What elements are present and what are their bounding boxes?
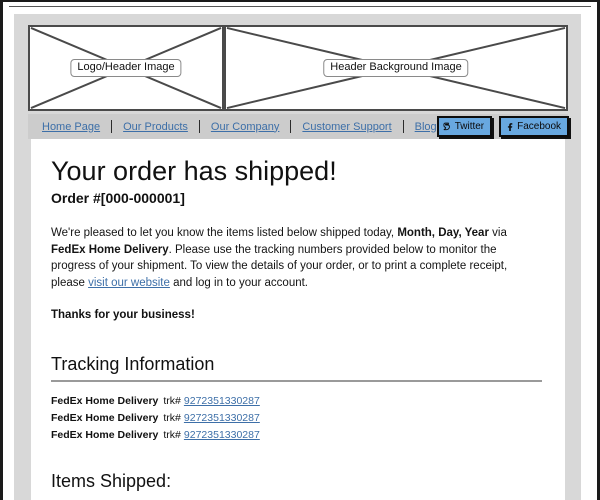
body-text-part2: via	[488, 227, 507, 239]
nav-link-blog[interactable]: Blog	[415, 121, 437, 133]
tracking-section-divider	[51, 380, 542, 382]
body-text-part1: We're pleased to let you know the items …	[51, 227, 398, 239]
tracking-number-link[interactable]: 9272351330287	[184, 429, 260, 441]
shipped-date-placeholder: Month, Day, Year	[397, 227, 489, 239]
items-shipped-heading: Items Shipped:	[51, 471, 172, 491]
nav-separator	[111, 120, 113, 133]
email-content-card: Your order has shipped! Order #[000-0000…	[31, 139, 565, 500]
nav-separator	[198, 120, 200, 133]
page-title: Your order has shipped!	[51, 156, 337, 186]
twitter-bird-icon	[443, 121, 452, 132]
header-background-image-label: Header Background Image	[323, 59, 469, 77]
tracking-number-link[interactable]: 9272351330287	[184, 395, 260, 407]
logo-header-image-label: Logo/Header Image	[70, 59, 182, 77]
body-text-part4: and log in to your account.	[169, 276, 308, 289]
nav-separator	[290, 120, 292, 133]
nav-link-customer-support[interactable]: Customer Support	[302, 121, 391, 133]
tracking-carrier: FedEx Home Delivery	[51, 395, 159, 407]
table-row: FedEx Home Delivery trk# 9272351330287	[51, 393, 543, 410]
nav-separator	[402, 120, 404, 133]
tracking-number-link[interactable]: 9272351330287	[184, 412, 260, 424]
body-paragraph: We're pleased to let you know the items …	[51, 225, 533, 291]
visit-our-website-link[interactable]: visit our website	[88, 277, 170, 289]
tracking-carrier: FedEx Home Delivery	[51, 412, 159, 424]
thanks-message: Thanks for your business!	[51, 309, 195, 321]
tracking-label: trk#	[163, 395, 181, 407]
tracking-information-heading: Tracking Information	[51, 354, 215, 374]
tracking-label: trk#	[163, 412, 181, 424]
table-row: FedEx Home Delivery trk# 9272351330287	[51, 427, 543, 444]
social-button-group: Twitter Facebook	[436, 116, 578, 137]
nav-link-our-products[interactable]: Our Products	[123, 121, 188, 133]
logo-header-image-placeholder: Logo/Header Image	[28, 25, 224, 111]
facebook-button-label: Facebook	[517, 121, 562, 132]
twitter-button-label: Twitter	[454, 121, 485, 132]
nav-link-home-page[interactable]: Home Page	[42, 121, 100, 133]
carrier-name: FedEx Home Delivery	[51, 243, 169, 256]
facebook-f-icon	[505, 121, 514, 132]
page-shell: Logo/Header Image Header Background Imag…	[14, 14, 581, 500]
order-number: Order #[000-000001]	[51, 190, 185, 206]
tracking-carrier: FedEx Home Delivery	[51, 429, 159, 441]
nav-link-our-company[interactable]: Our Company	[211, 121, 279, 133]
tracking-label: trk#	[163, 429, 181, 441]
frame-hairline	[9, 6, 591, 7]
table-row: FedEx Home Delivery trk# 9272351330287	[51, 410, 543, 427]
navigation-bar: Home Page Our Products Our Company Custo…	[28, 114, 570, 139]
twitter-button[interactable]: Twitter	[436, 116, 493, 137]
header-image-row: Logo/Header Image Header Background Imag…	[28, 25, 568, 111]
facebook-button[interactable]: Facebook	[499, 116, 570, 137]
wireframe-frame: Logo/Header Image Header Background Imag…	[0, 0, 600, 500]
header-background-image-placeholder: Header Background Image	[224, 25, 568, 111]
